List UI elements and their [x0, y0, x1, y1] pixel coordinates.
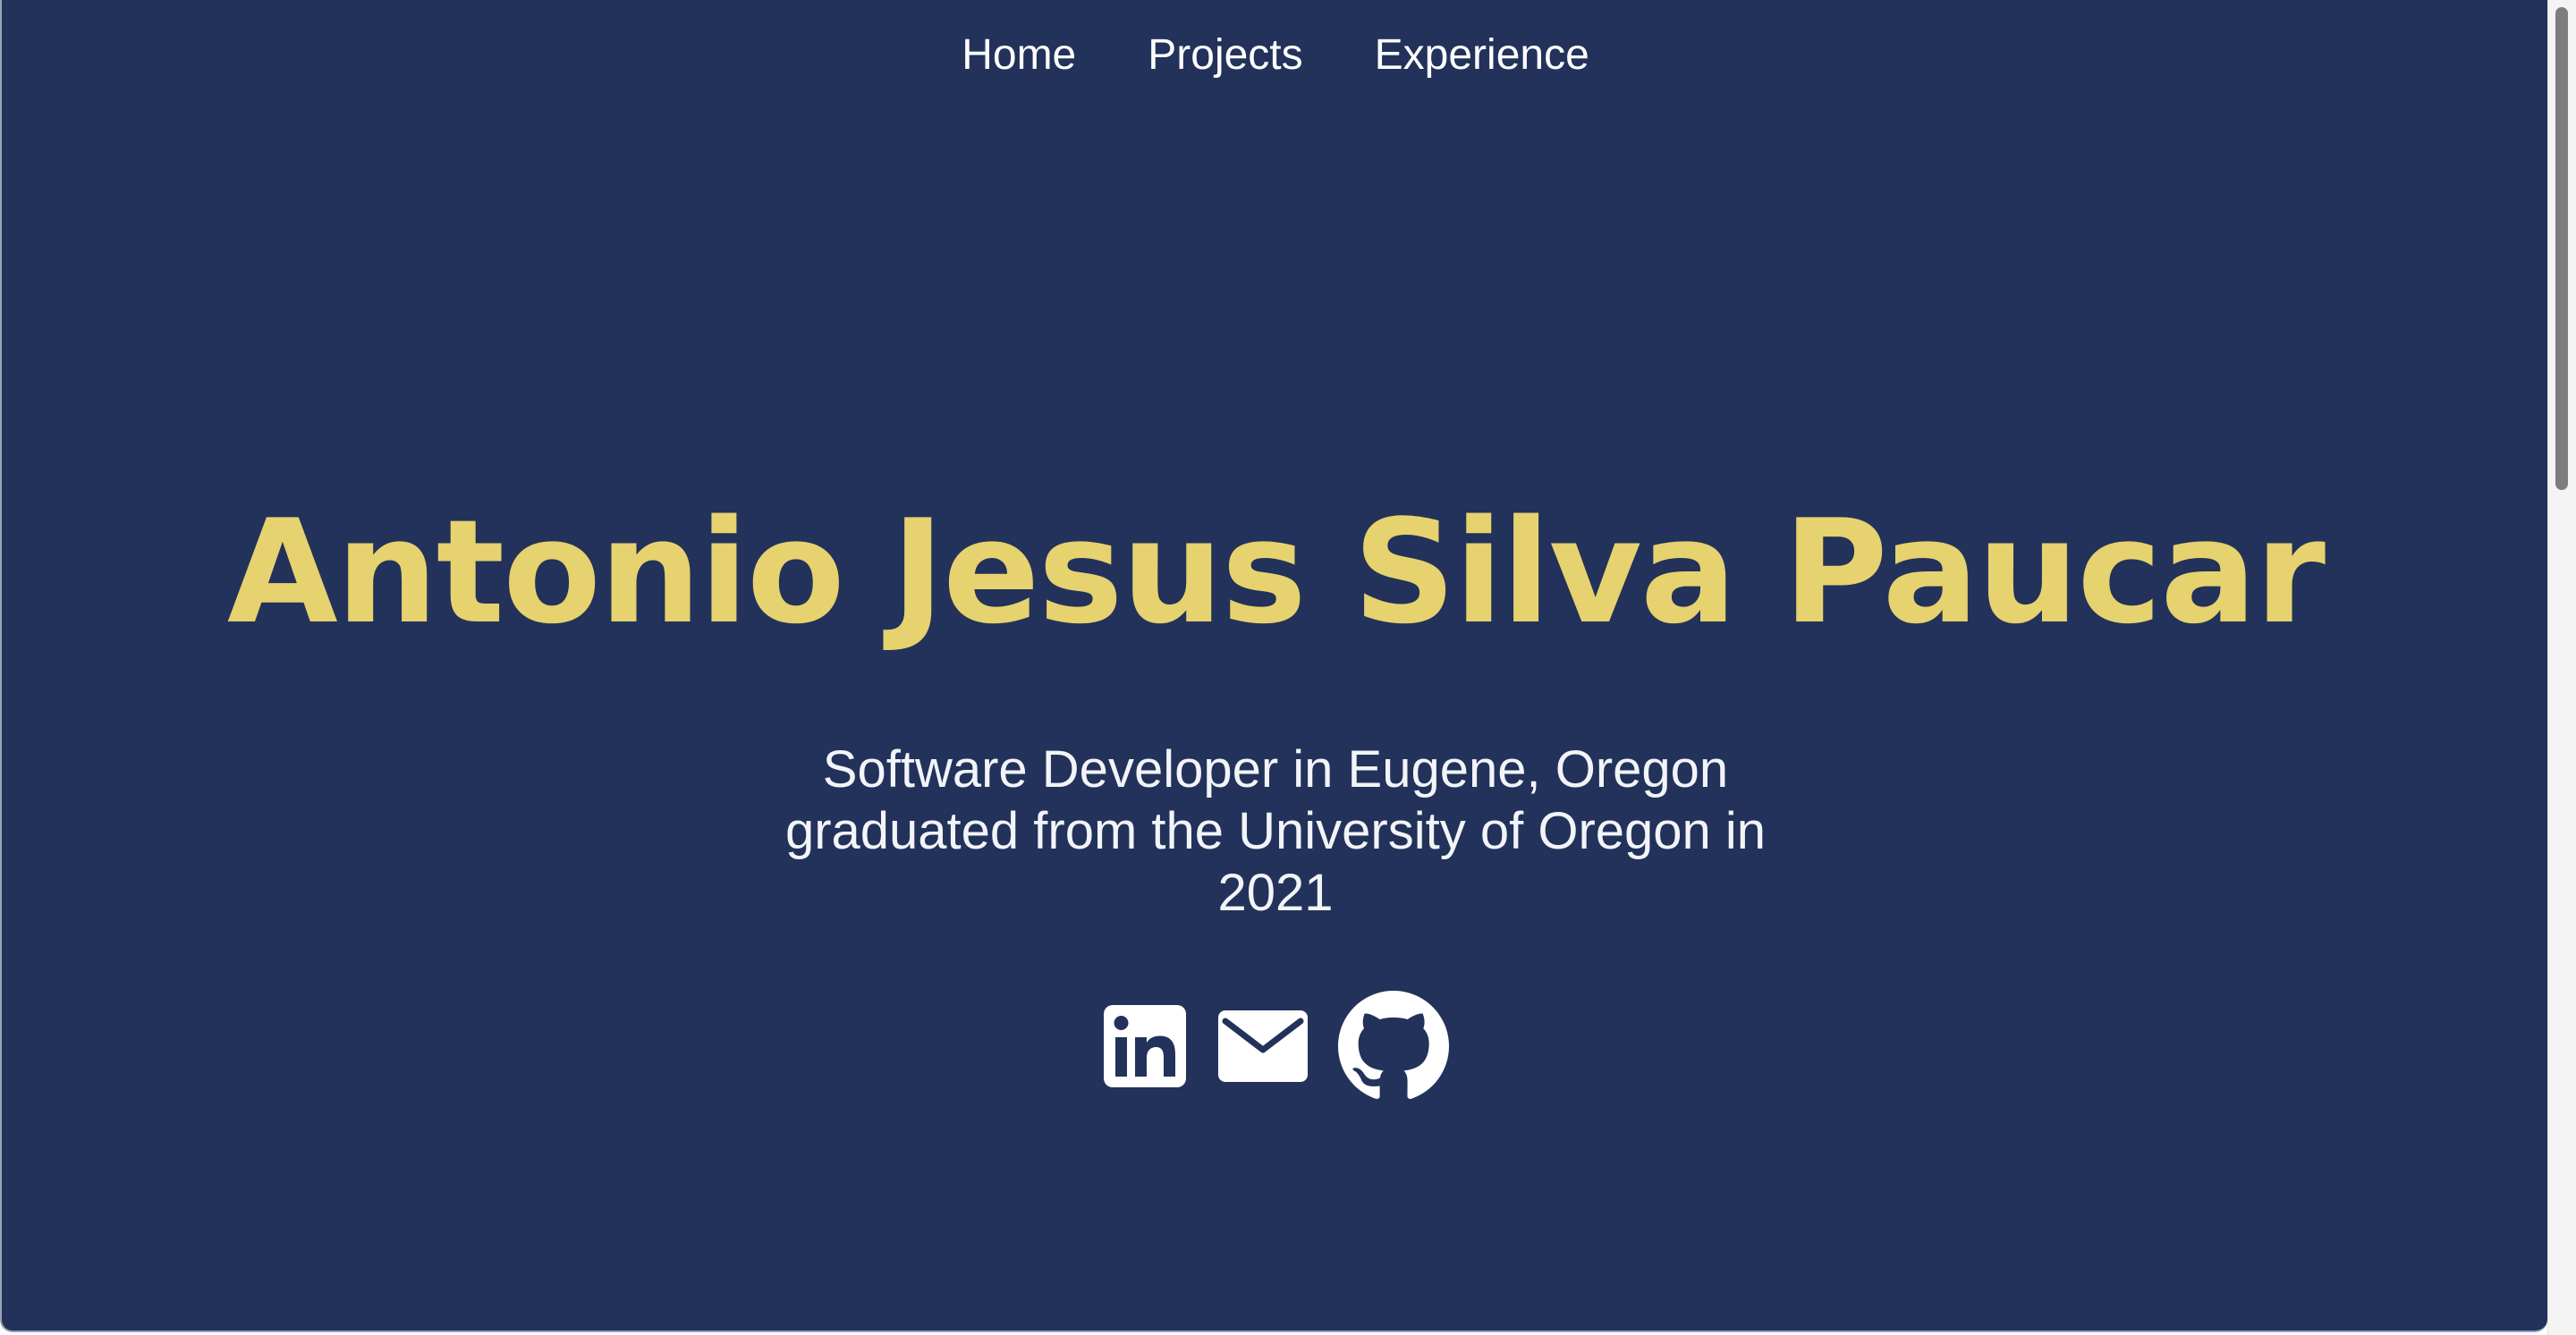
portfolio-page: Home Projects Experience Antonio Jesus S…: [0, 0, 2547, 1332]
tagline-line-3: 2021: [1217, 864, 1334, 922]
nav-projects-link[interactable]: Projects: [1148, 30, 1302, 80]
linkedin-icon: [1104, 1005, 1186, 1087]
github-icon: [1338, 991, 1449, 1099]
hero-name: Antonio Jesus Silva Paucar: [226, 488, 2326, 655]
top-nav: Home Projects Experience: [2, 30, 2549, 80]
hero-tagline: Software Developer in Eugene, Oregon gra…: [739, 739, 1812, 924]
mail-icon: [1218, 1010, 1308, 1082]
nav-home-link[interactable]: Home: [962, 30, 1076, 80]
github-link[interactable]: [1338, 991, 1449, 1106]
tagline-line-2: graduated from the University of Oregon …: [784, 802, 1767, 860]
browser-viewport: Home Projects Experience Antonio Jesus S…: [0, 0, 2576, 1335]
nav-experience-link[interactable]: Experience: [1375, 30, 1589, 80]
scrollbar-thumb[interactable]: [2555, 7, 2568, 490]
email-link[interactable]: [1216, 1007, 1309, 1090]
linkedin-link[interactable]: [1102, 1003, 1188, 1094]
social-links: [2, 991, 2549, 1106]
tagline-line-1: Software Developer in Eugene, Oregon: [822, 740, 1729, 798]
